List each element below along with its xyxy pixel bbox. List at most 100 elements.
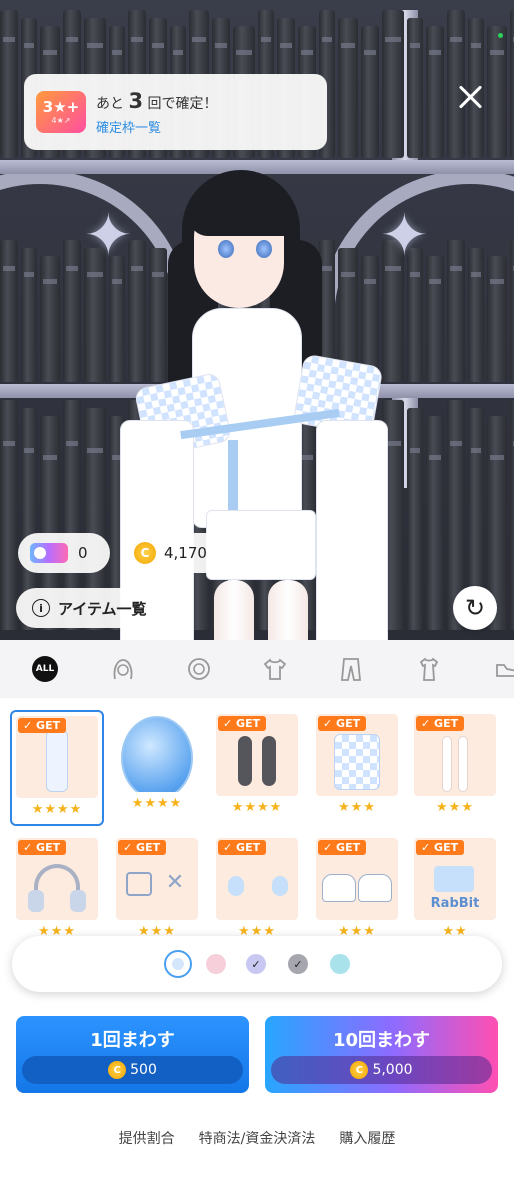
guarantee-countdown: あと 3 回で確定！: [96, 89, 218, 113]
rank-badge: 3★+ 4★↗: [36, 91, 86, 133]
book: [426, 256, 444, 382]
get-badge: ✓ GET: [318, 840, 367, 855]
book: [407, 408, 423, 630]
item-card[interactable]: ✓ GET ★★★: [312, 838, 402, 942]
item-card[interactable]: ★★★★: [112, 710, 202, 814]
status-dot: [498, 33, 503, 38]
item-thumbnail: ✓ GET: [316, 838, 398, 920]
top-icon: [263, 658, 287, 680]
countdown-prefix: あと: [96, 95, 124, 112]
book: [40, 256, 60, 382]
book: [338, 18, 358, 158]
tab-accessory[interactable]: [180, 650, 218, 688]
item-list-button[interactable]: i アイテム一覧: [16, 588, 162, 628]
book: [0, 400, 18, 630]
all-icon: ALL: [32, 656, 58, 682]
countdown-suffix: 回で確定！: [147, 95, 218, 112]
hair-icon: [113, 659, 133, 680]
guarantee-list-link[interactable]: 確定枠一覧: [96, 117, 218, 136]
coin-icon: C: [134, 542, 156, 564]
item-thumbnail: ✓ GET: [414, 714, 496, 796]
item-list-label: アイテム一覧: [58, 599, 147, 618]
bottom-icon: [341, 658, 361, 681]
footer-link-legal[interactable]: 特商法/資金決済法: [199, 1128, 316, 1148]
rank-badge-main: 3★+: [42, 97, 80, 116]
color-swatch[interactable]: [164, 950, 192, 978]
close-icon[interactable]: [454, 82, 486, 114]
tab-shoes[interactable]: [488, 650, 514, 688]
footer-link-history[interactable]: 購入履歴: [339, 1128, 395, 1148]
rarity-stars: ★★★★: [231, 800, 283, 815]
item-card[interactable]: ✓ GET ★★★★: [212, 714, 302, 818]
tab-tops[interactable]: [256, 650, 294, 688]
color-swatch[interactable]: ✓: [246, 954, 266, 974]
item-card[interactable]: ✕ ✓ GET ★★★: [112, 838, 202, 942]
get-badge: ✓ GET: [118, 840, 167, 855]
book: [382, 10, 404, 158]
item-card[interactable]: ✓ GET ★★★: [212, 838, 302, 942]
shoes-icon: [496, 664, 514, 677]
footer-link-odds[interactable]: 提供割合: [119, 1128, 175, 1148]
item-card[interactable]: ✓ GET ★★★★: [10, 710, 104, 826]
book: [63, 240, 81, 382]
item-thumbnail: ✓ GET: [316, 714, 398, 796]
get-badge: ✓ GET: [218, 716, 267, 731]
book: [510, 240, 514, 382]
coin-icon: C: [108, 1061, 127, 1079]
ticket-balance[interactable]: 0: [18, 533, 110, 573]
tab-bottoms[interactable]: [332, 650, 370, 688]
coin-balance[interactable]: C 4,170: [124, 533, 236, 573]
item-card[interactable]: ✓ GET ★★★: [12, 838, 102, 942]
book: [447, 240, 465, 382]
color-swatch[interactable]: [206, 954, 226, 974]
coin-icon: C: [350, 1061, 369, 1079]
rarity-stars: ★★★★: [131, 796, 183, 811]
spin-once-cost: C 500: [22, 1056, 243, 1084]
book: [510, 400, 514, 630]
mystery-egg-icon: [121, 716, 193, 792]
item-thumbnail: ✓ GET: [216, 714, 298, 796]
get-badge: ✓ GET: [318, 716, 367, 731]
info-icon: i: [32, 599, 50, 617]
tab-all[interactable]: ALL: [26, 650, 64, 688]
tab-outfit[interactable]: [410, 650, 448, 688]
color-swatch[interactable]: ✓: [288, 954, 308, 974]
outfit-icon: [419, 657, 439, 681]
guarantee-banner: 3★+ 4★↗ あと 3 回で確定！ 確定枠一覧: [24, 74, 327, 150]
tab-hair[interactable]: [104, 650, 142, 688]
spin-ten-cost: C 5,000: [271, 1056, 492, 1084]
item-thumbnail: RabBit ✓ GET: [414, 838, 496, 920]
ticket-count: 0: [78, 544, 88, 562]
item-thumbnail: ✕ ✓ GET: [116, 838, 198, 920]
book: [468, 248, 484, 382]
banner-text: あと 3 回で確定！ 確定枠一覧: [96, 89, 218, 136]
rarity-stars: ★★★★: [31, 802, 83, 817]
book: [487, 26, 507, 158]
book: [407, 18, 423, 158]
book: [487, 256, 507, 382]
item-card[interactable]: ✓ GET ★★★: [312, 714, 402, 818]
rarity-stars: ★★★: [436, 800, 474, 815]
item-card[interactable]: RabBit ✓ GET ★★: [410, 838, 500, 942]
countdown-number: 3: [128, 88, 144, 113]
item-thumbnail: ✓ GET: [216, 838, 298, 920]
get-badge: ✓ GET: [218, 840, 267, 855]
spin-once-price: 500: [130, 1062, 157, 1078]
book: [426, 26, 444, 158]
spin-once-button[interactable]: 1回まわす C 500: [16, 1016, 249, 1093]
category-tabs: ALL: [0, 640, 514, 698]
spin-ten-button[interactable]: 10回まわす C 5,000: [265, 1016, 498, 1093]
get-badge: ✓ GET: [18, 840, 67, 855]
book: [0, 240, 18, 382]
refresh-icon[interactable]: ↻: [453, 586, 497, 630]
item-card[interactable]: ✓ GET ★★★: [410, 714, 500, 818]
rarity-stars: ★★★: [338, 800, 376, 815]
color-swatch-fill: [170, 956, 186, 972]
color-swatch[interactable]: [330, 954, 350, 974]
color-variant-selector: ✓ ✓: [12, 936, 502, 992]
item-thumbnail: [116, 710, 198, 792]
item-thumbnail: ✓ GET: [16, 838, 98, 920]
get-badge: ✓ GET: [416, 840, 465, 855]
spin-once-label: 1回まわす: [90, 1030, 175, 1051]
ticket-icon: [30, 543, 68, 563]
